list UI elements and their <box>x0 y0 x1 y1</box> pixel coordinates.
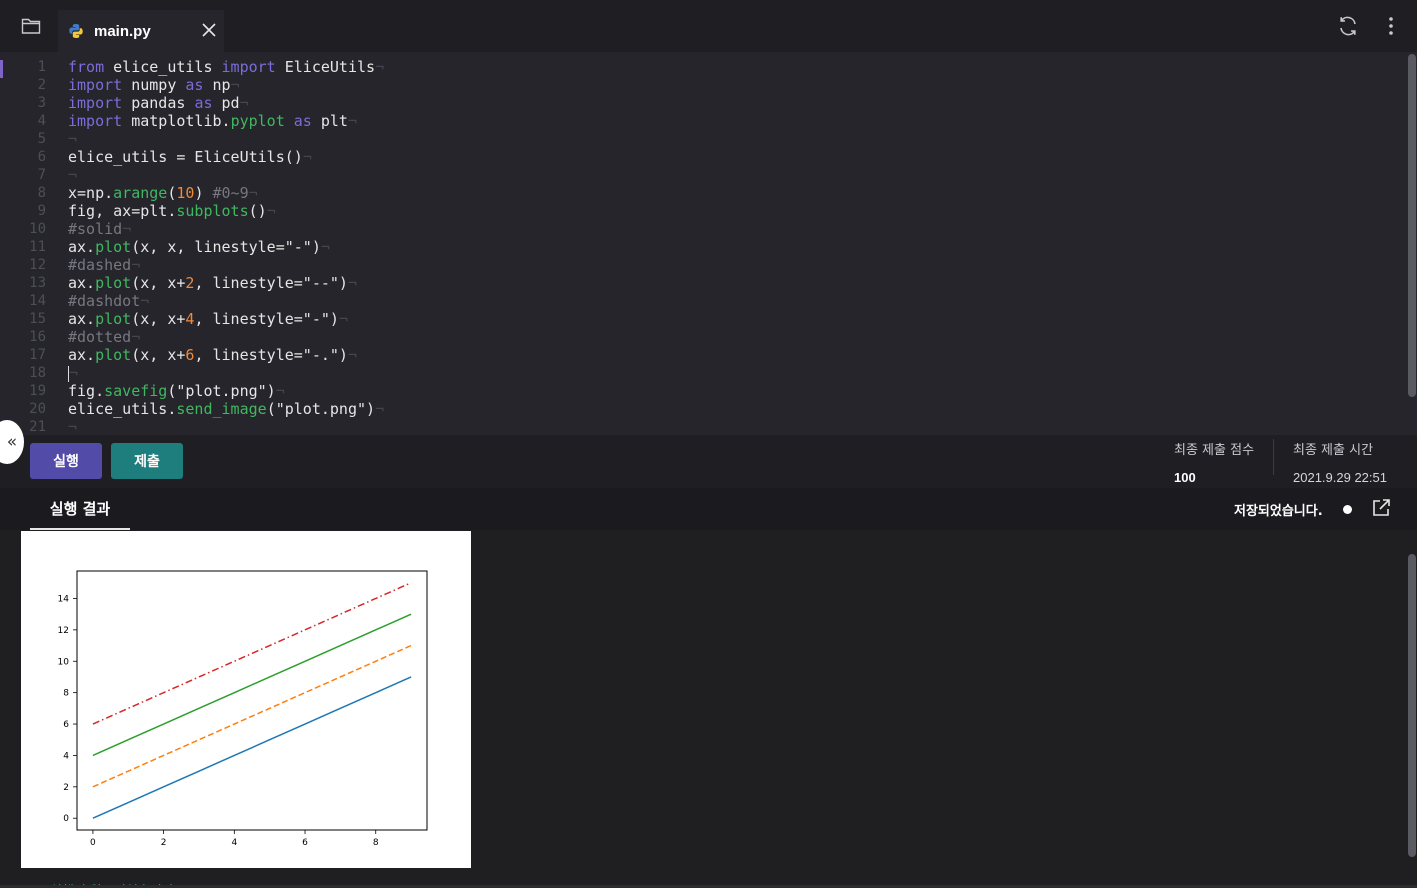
submit-button[interactable]: 제출 <box>111 443 183 479</box>
code-line[interactable]: from elice_utils import EliceUtils¬ <box>68 58 1388 76</box>
code-line[interactable]: elice_utils = EliceUtils()¬ <box>68 148 1388 166</box>
x-tick-label: 4 <box>231 838 237 848</box>
y-tick-label: 0 <box>63 814 69 824</box>
divider <box>1273 439 1274 475</box>
code-line[interactable]: fig, ax=plt.subplots()¬ <box>68 202 1388 220</box>
line-number: 1 <box>37 59 46 75</box>
y-tick-label: 4 <box>63 751 69 761</box>
results-panel: 실행 결과 저장되었습니다. 0246802468101214 코드 실행이 완… <box>0 488 1417 888</box>
python-icon <box>69 24 83 38</box>
y-tick-label: 8 <box>63 689 69 699</box>
code-lines[interactable]: from elice_utils import EliceUtils¬ impor… <box>68 58 1388 435</box>
close-icon[interactable] <box>200 21 218 39</box>
saved-status: 저장되었습니다. <box>1234 504 1323 519</box>
code-line[interactable]: fig.savefig("plot.png")¬ <box>68 382 1388 400</box>
code-line[interactable]: elice_utils.send_image("plot.png")¬ <box>68 400 1388 418</box>
line-number: 15 <box>29 311 46 327</box>
external-link-icon[interactable] <box>1371 498 1391 518</box>
line-number: 19 <box>29 383 46 399</box>
code-line[interactable]: ¬ <box>68 418 1388 435</box>
y-tick-label: 14 <box>58 594 70 604</box>
action-bar: 실행 제출 최종 제출 점수 100 최종 제출 시간 2021.9.29 22… <box>0 435 1417 488</box>
code-line[interactable]: import pandas as pd¬ <box>68 94 1388 112</box>
code-editor[interactable]: 1 2 3 4 5 6 7 8 9 10 11 12 13 14 15 16 1… <box>0 52 1417 435</box>
final-score-stat: 최종 제출 점수 100 <box>1174 441 1254 487</box>
double-chevron-left-icon: « <box>6 431 18 452</box>
code-line[interactable]: ax.plot(x, x+2, linestyle="--")¬ <box>68 274 1388 292</box>
code-line[interactable]: x=np.arange(10) #0~9¬ <box>68 184 1388 202</box>
line-number: 16 <box>29 329 46 345</box>
line-chart: 0 2 4 6 8 0 2 4 6 8 10 12 14 <box>58 570 428 848</box>
tab-label: main.py <box>94 22 151 40</box>
line-number: 8 <box>37 185 46 201</box>
line-number: 9 <box>37 203 46 219</box>
y-tick-label: 2 <box>63 783 69 793</box>
line-number: 3 <box>37 95 46 111</box>
final-submit-time-stat: 최종 제출 시간 2021.9.29 22:51 <box>1293 441 1387 487</box>
x-tick-label: 8 <box>373 838 379 848</box>
line-number: 10 <box>29 221 46 237</box>
x-tick-label: 6 <box>302 838 308 848</box>
tab-bar: main.py <box>0 0 1417 52</box>
more-vertical-icon[interactable] <box>1383 14 1399 38</box>
x-tick-label: 0 <box>90 838 96 848</box>
line-number: 17 <box>29 347 46 363</box>
line-number: 4 <box>37 113 46 129</box>
line-number: 6 <box>37 149 46 165</box>
code-line[interactable]: import matplotlib.pyplot as plt¬ <box>68 112 1388 130</box>
line-number: 5 <box>37 131 46 147</box>
tab-run-results[interactable]: 실행 결과 <box>30 488 130 530</box>
line-number: 11 <box>29 239 46 255</box>
code-line[interactable]: #solid¬ <box>68 220 1388 238</box>
code-line[interactable]: #dotted¬ <box>68 328 1388 346</box>
code-line[interactable]: #dashdot¬ <box>68 292 1388 310</box>
plot-frame <box>76 570 428 831</box>
code-line[interactable]: ¬ <box>68 364 1388 382</box>
code-line[interactable]: #dashed¬ <box>68 256 1388 274</box>
series-line-2 <box>92 644 412 788</box>
line-number: 12 <box>29 257 46 273</box>
line-number: 7 <box>37 167 46 183</box>
tab-main-py[interactable]: main.py <box>58 10 224 52</box>
series-line-1 <box>92 676 412 819</box>
final-score-value: 100 <box>1174 470 1196 485</box>
folder-icon[interactable] <box>14 12 48 40</box>
plot-output-image: 0 2 4 6 8 0 2 4 6 8 10 12 14 <box>21 531 471 868</box>
line-number: 13 <box>29 275 46 291</box>
editor-scrollbar[interactable] <box>1408 54 1416 397</box>
run-button[interactable]: 실행 <box>30 443 102 479</box>
series-line-4 <box>92 582 412 725</box>
results-header: 실행 결과 저장되었습니다. <box>0 488 1417 530</box>
line-number: 14 <box>29 293 46 309</box>
line-number: 18 <box>29 365 46 381</box>
final-score-label: 최종 제출 점수 <box>1174 443 1255 458</box>
line-number: 2 <box>37 77 46 93</box>
x-tick-label: 2 <box>161 838 167 848</box>
results-scrollbar[interactable] <box>1408 554 1416 857</box>
line-number-gutter: 1 2 3 4 5 6 7 8 9 10 11 12 13 14 15 16 1… <box>0 58 52 435</box>
series-line-3 <box>92 613 412 757</box>
code-line[interactable]: import numpy as np¬ <box>68 76 1388 94</box>
code-line[interactable]: ax.plot(x, x, linestyle="-")¬ <box>68 238 1388 256</box>
code-line[interactable]: ¬ <box>68 166 1388 184</box>
saved-indicator-dot <box>1343 505 1352 514</box>
y-tick-label: 6 <box>63 720 69 730</box>
y-tick-label: 10 <box>58 657 70 667</box>
final-submit-time-value: 2021.9.29 22:51 <box>1293 470 1387 485</box>
y-tick-label: 12 <box>58 626 69 636</box>
final-submit-time-label: 최종 제출 시간 <box>1293 443 1374 458</box>
line-number: 20 <box>29 401 46 417</box>
code-line[interactable]: ¬ <box>68 130 1388 148</box>
code-line[interactable]: ax.plot(x, x+4, linestyle="-")¬ <box>68 310 1388 328</box>
code-line[interactable]: ax.plot(x, x+6, linestyle="-.")¬ <box>68 346 1388 364</box>
refresh-icon[interactable] <box>1336 14 1360 38</box>
